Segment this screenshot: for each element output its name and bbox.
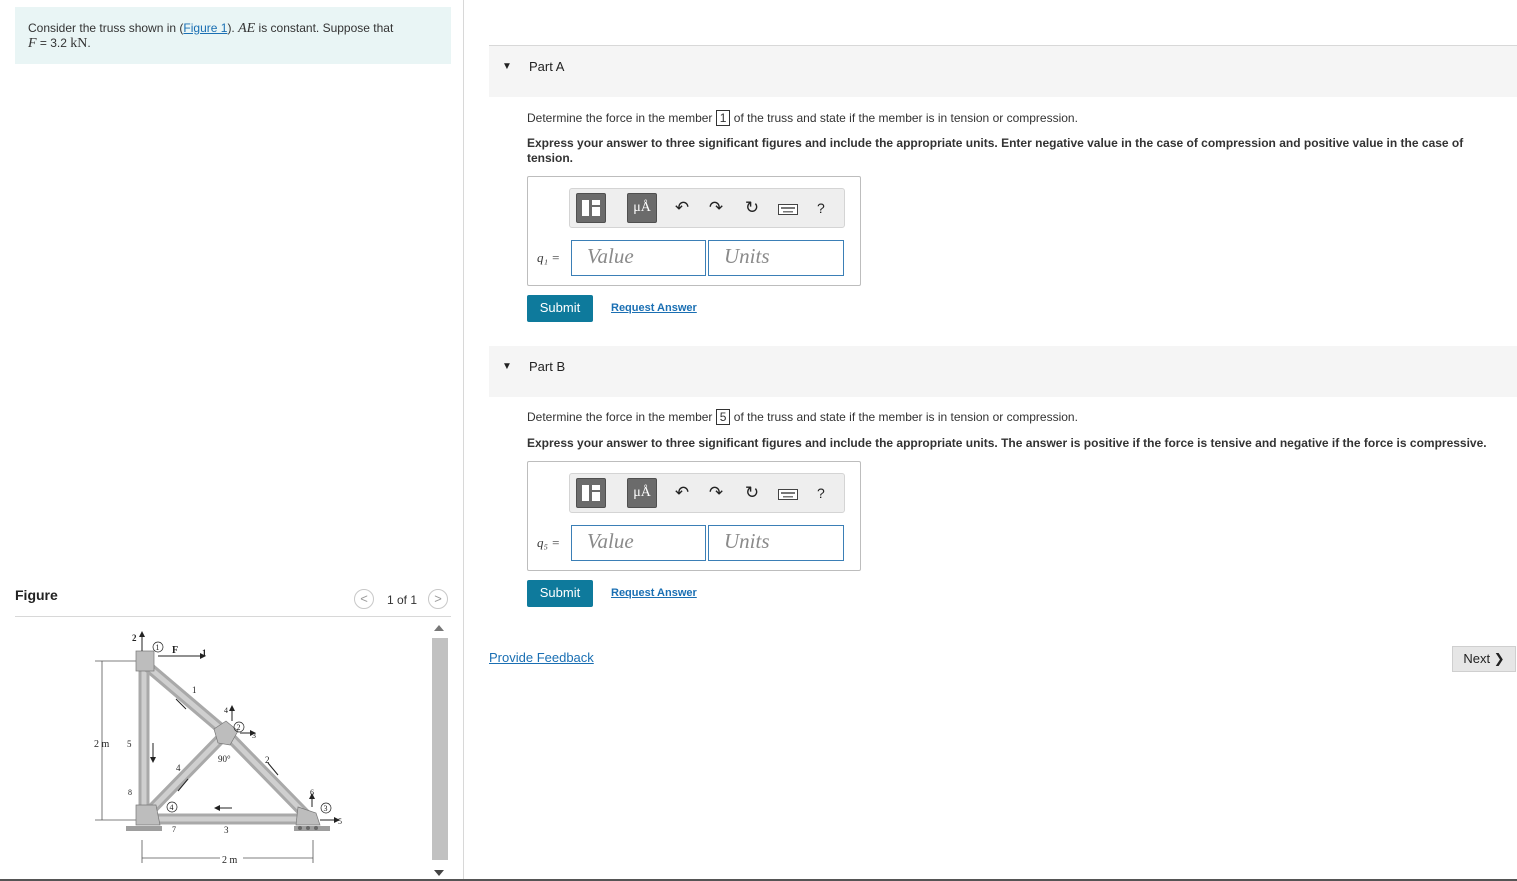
dof-label-7: 7	[172, 825, 176, 834]
figure-link[interactable]: Figure 1	[183, 21, 227, 35]
part-a-prompt-text: Determine the force in the member	[527, 111, 716, 125]
member-label-2: 2	[265, 755, 270, 765]
part-b-instructions: Express your answer to three significant…	[527, 436, 1487, 450]
dof-label-4: 4	[224, 706, 228, 715]
dof-label-5: 5	[338, 817, 342, 826]
part-a-request-answer-link[interactable]: Request Answer	[611, 302, 697, 314]
units-icon: μÅ	[633, 485, 651, 500]
units-button[interactable]: μÅ	[627, 478, 657, 508]
part-b-request-answer-link[interactable]: Request Answer	[611, 587, 697, 599]
reset-icon[interactable]: ↻	[740, 483, 764, 503]
scroll-down-icon[interactable]	[434, 870, 444, 876]
joint-label-4: 4	[170, 803, 174, 812]
part-a-header[interactable]	[489, 46, 1517, 97]
next-label: Next	[1463, 651, 1491, 666]
templates-icon	[582, 485, 600, 501]
part-a-instructions: Express your answer to three significant…	[527, 136, 1464, 165]
help-icon[interactable]: ?	[817, 200, 825, 216]
member-number-box: 1	[715, 110, 731, 126]
part-b-toolbar: μÅ ↶ ↷ ↻ ?	[569, 473, 845, 513]
intro-text-2: ).	[227, 21, 239, 35]
part-a-label[interactable]: Part A	[529, 59, 564, 74]
dof-label-6: 6	[310, 788, 314, 797]
templates-icon	[582, 200, 600, 216]
member-label-1: 1	[192, 685, 197, 695]
chevron-left-icon: <	[360, 591, 368, 606]
figure-title: Figure	[15, 587, 58, 603]
panel-divider	[463, 0, 464, 881]
units-button[interactable]: μÅ	[627, 193, 657, 223]
dof-label-2: 2	[132, 633, 137, 643]
provide-feedback-link[interactable]: Provide Feedback	[489, 650, 594, 665]
part-b-prompt: Determine the force in the member 5 of t…	[527, 409, 1078, 425]
part-a-submit-button[interactable]: Submit	[527, 295, 593, 322]
dof-label-3: 3	[252, 731, 256, 740]
next-button[interactable]: Next ❯	[1452, 646, 1516, 672]
keyboard-icon[interactable]	[778, 204, 798, 218]
next-figure-button[interactable]: >	[428, 589, 448, 609]
undo-icon[interactable]: ↶	[670, 483, 694, 503]
part-b-units-input[interactable]: Units	[708, 525, 844, 561]
caret-down-icon[interactable]: ▼	[502, 61, 512, 72]
width-label: 2 m	[222, 855, 238, 866]
figure-divider	[15, 616, 451, 617]
force-label: F	[172, 645, 178, 656]
figure-count: 1 of 1	[387, 593, 418, 607]
angle-label: 90°	[218, 754, 231, 764]
part-b-value-input[interactable]: Value	[571, 525, 706, 561]
f-unit: kN	[70, 36, 88, 51]
member-label-5: 5	[127, 739, 132, 749]
height-label: 2 m	[94, 739, 110, 750]
intro-text: Consider the truss shown in (	[28, 21, 184, 35]
part-a-prompt-text-2: of the truss and state if the member is …	[730, 111, 1078, 125]
member-label-4: 4	[176, 763, 181, 773]
intro-period: .	[87, 36, 91, 50]
redo-icon[interactable]: ↷	[704, 483, 728, 503]
part-a-prompt: Determine the force in the member 1 of t…	[527, 110, 1078, 126]
part-b-variable-label: q₅ =	[537, 535, 561, 550]
keyboard-icon[interactable]	[778, 489, 798, 503]
templates-button[interactable]	[576, 193, 606, 223]
dof-label-1: 1	[202, 648, 207, 658]
ae-symbol: AE	[238, 21, 256, 36]
scrollbar-thumb[interactable]	[432, 638, 448, 860]
chevron-right-icon: >	[434, 591, 442, 606]
part-b-prompt-text-2: of the truss and state if the member is …	[730, 410, 1078, 424]
f-value: = 3.2	[36, 36, 71, 50]
truss-diagram: 2 m 2 m F 1 2 3 4 5 1 2 3 4 1 2 3 4 5 6 …	[94, 631, 342, 866]
reset-icon[interactable]: ↻	[740, 198, 764, 218]
part-a-variable-label: q₁ =	[537, 250, 561, 265]
redo-icon[interactable]: ↷	[704, 198, 728, 218]
joint-label-2: 2	[237, 723, 241, 732]
part-a-units-input[interactable]: Units	[708, 240, 844, 276]
member-label-3: 3	[224, 825, 229, 835]
part-b-header[interactable]	[489, 346, 1517, 397]
member-number-box: 5	[715, 409, 731, 425]
scroll-up-icon[interactable]	[434, 625, 444, 631]
chevron-right-icon: ❯	[1493, 651, 1505, 666]
help-icon[interactable]: ?	[817, 485, 825, 501]
intro-text-3: is constant. Suppose that	[255, 21, 394, 35]
part-a-value-input[interactable]: Value	[571, 240, 706, 276]
units-icon: μÅ	[633, 200, 651, 215]
caret-down-icon[interactable]: ▼	[502, 361, 512, 372]
previous-figure-button[interactable]: <	[354, 589, 374, 609]
part-b-prompt-text: Determine the force in the member	[527, 410, 716, 424]
joint-label-3: 3	[324, 804, 328, 813]
problem-statement: Consider the truss shown in (Figure 1). …	[15, 7, 451, 64]
part-b-label[interactable]: Part B	[529, 359, 565, 374]
undo-icon[interactable]: ↶	[670, 198, 694, 218]
dof-label-8: 8	[128, 788, 132, 797]
joint-label-1: 1	[156, 643, 160, 652]
templates-button[interactable]	[576, 478, 606, 508]
part-b-submit-button[interactable]: Submit	[527, 580, 593, 607]
part-a-toolbar: μÅ ↶ ↷ ↻ ?	[569, 188, 845, 228]
f-symbol: F	[28, 36, 37, 51]
